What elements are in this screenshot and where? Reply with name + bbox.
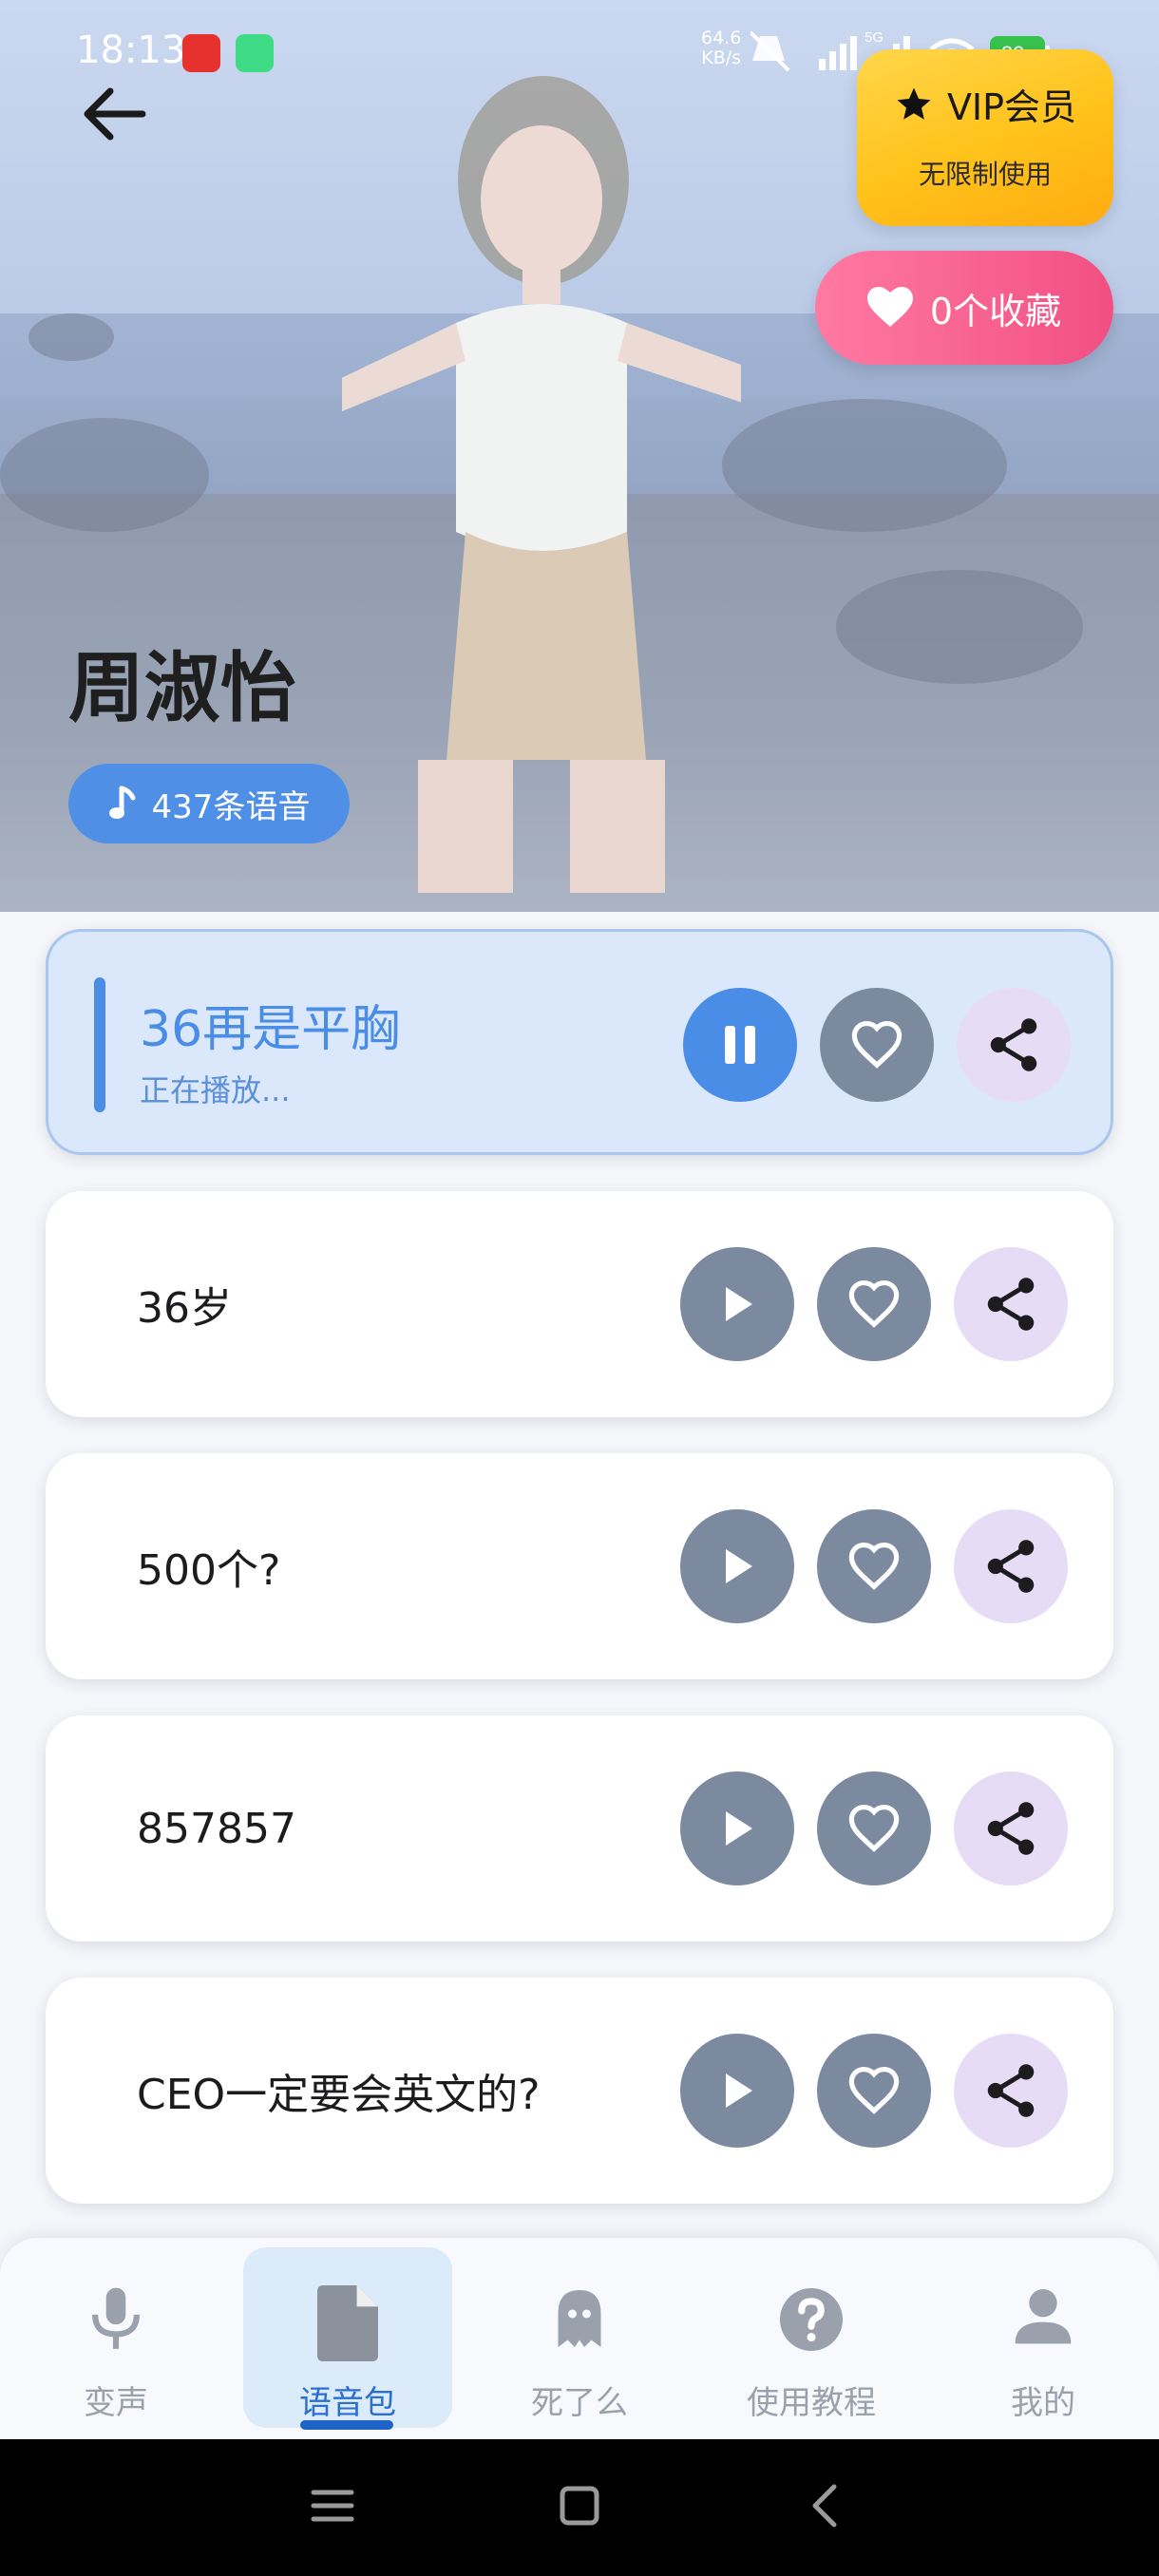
- pause-icon: [725, 1026, 755, 1064]
- play-icon: [726, 1549, 752, 1583]
- play-button[interactable]: [680, 1771, 794, 1885]
- like-button[interactable]: [817, 2034, 931, 2148]
- bottom-navigation: 变声 语音包 死了么 使用教程 我的: [0, 2238, 1159, 2439]
- person-icon: [1015, 2289, 1072, 2344]
- voice-pack-title: 周淑怡: [68, 644, 296, 732]
- play-button[interactable]: [680, 1247, 794, 1361]
- help-icon: [780, 2288, 843, 2351]
- net-speed: 64.6 KB/s: [701, 28, 741, 68]
- news-app-icon: [182, 34, 220, 72]
- play-button[interactable]: [680, 1509, 794, 1623]
- like-button[interactable]: [820, 988, 934, 1102]
- play-icon: [726, 1811, 752, 1846]
- share-icon: [987, 2064, 1035, 2117]
- menu-icon[interactable]: [304, 2477, 361, 2534]
- voice-clip-card-playing[interactable]: 36再是平胸 正在播放...: [46, 929, 1113, 1155]
- microphone-icon: [92, 2287, 140, 2349]
- share-button[interactable]: [954, 1247, 1068, 1361]
- voice-clip-card[interactable]: CEO一定要会英文的?: [46, 1978, 1113, 2204]
- nav-voice-pack[interactable]: 语音包: [243, 2247, 452, 2428]
- voice-clip-card[interactable]: 36岁: [46, 1191, 1113, 1417]
- share-icon: [987, 1802, 1035, 1855]
- clip-title: CEO一定要会英文的?: [137, 2071, 541, 2119]
- voice-count: 437条语音: [151, 787, 311, 826]
- share-button[interactable]: [954, 1771, 1068, 1885]
- nav-label: 语音包: [299, 2384, 396, 2422]
- network-type: 5G: [864, 29, 884, 46]
- heart-outline-icon: [848, 1279, 900, 1328]
- like-button[interactable]: [817, 1771, 931, 1885]
- nav-label: 死了么: [531, 2384, 628, 2422]
- share-button[interactable]: [954, 2034, 1068, 2148]
- nav-label: 使用教程: [747, 2384, 876, 2422]
- heart-icon: [866, 287, 913, 327]
- vip-subtitle: 无限制使用: [918, 159, 1052, 190]
- voice-clip-card[interactable]: 857857: [46, 1715, 1113, 1941]
- voice-count-badge: 437条语音: [68, 764, 350, 843]
- pause-button[interactable]: [683, 988, 797, 1102]
- system-navigation-bar: [0, 2439, 1159, 2576]
- back-icon[interactable]: [798, 2477, 855, 2534]
- music-note-icon: [108, 786, 136, 819]
- favorites-button[interactable]: 0个收藏: [815, 251, 1113, 365]
- nav-label: 变声: [84, 2384, 148, 2422]
- clip-status: 正在播放...: [140, 1072, 291, 1108]
- heart-outline-icon: [848, 2066, 900, 2114]
- heart-outline-icon: [848, 1542, 900, 1590]
- play-icon: [726, 2074, 752, 2108]
- play-icon: [726, 1287, 752, 1321]
- play-button[interactable]: [680, 2034, 794, 2148]
- nav-profile[interactable]: 我的: [939, 2247, 1148, 2428]
- share-button[interactable]: [957, 988, 1071, 1102]
- voice-pack-hero: 18:13 64.6 KB/s 5G VIP会员 无限制使用 0个收藏 周淑怡 …: [0, 0, 1159, 912]
- voice-clip-list: 36再是平胸 正在播放... 36岁 500个? 857857 CEO一定要会英…: [0, 912, 1159, 2242]
- net-speed-unit: KB/s: [701, 47, 742, 68]
- nav-label: 我的: [1011, 2384, 1075, 2422]
- active-tab-indicator: [300, 2420, 393, 2430]
- clip-title: 500个?: [137, 1546, 281, 1595]
- share-button[interactable]: [954, 1509, 1068, 1623]
- ghost-icon: [558, 2290, 601, 2347]
- vip-membership-button[interactable]: VIP会员 无限制使用: [857, 49, 1113, 226]
- share-icon: [987, 1540, 1035, 1593]
- voice-clip-card[interactable]: 500个?: [46, 1453, 1113, 1679]
- mute-icon: [750, 30, 790, 72]
- share-icon: [990, 1018, 1037, 1071]
- android-icon: [236, 34, 274, 72]
- status-time: 18:13: [76, 28, 186, 72]
- nav-ghost[interactable]: 死了么: [475, 2247, 684, 2428]
- heart-outline-icon: [851, 1020, 902, 1069]
- clip-title: 857857: [137, 1804, 296, 1853]
- favorites-count: 0个收藏: [929, 290, 1062, 332]
- home-icon[interactable]: [551, 2477, 608, 2534]
- vip-title: VIP会员: [946, 86, 1077, 128]
- share-icon: [987, 1278, 1035, 1331]
- clip-title: 36再是平胸: [140, 1001, 401, 1058]
- heart-outline-icon: [848, 1804, 900, 1852]
- clip-title: 36岁: [137, 1284, 232, 1333]
- nav-tutorial[interactable]: 使用教程: [707, 2247, 916, 2428]
- back-arrow-icon[interactable]: [76, 76, 152, 152]
- nav-voice-changer[interactable]: 变声: [11, 2247, 220, 2428]
- net-speed-value: 64.6: [701, 28, 742, 48]
- playing-indicator-bar: [94, 977, 105, 1112]
- file-icon: [317, 2285, 378, 2361]
- star-icon: [897, 87, 931, 120]
- like-button[interactable]: [817, 1509, 931, 1623]
- like-button[interactable]: [817, 1247, 931, 1361]
